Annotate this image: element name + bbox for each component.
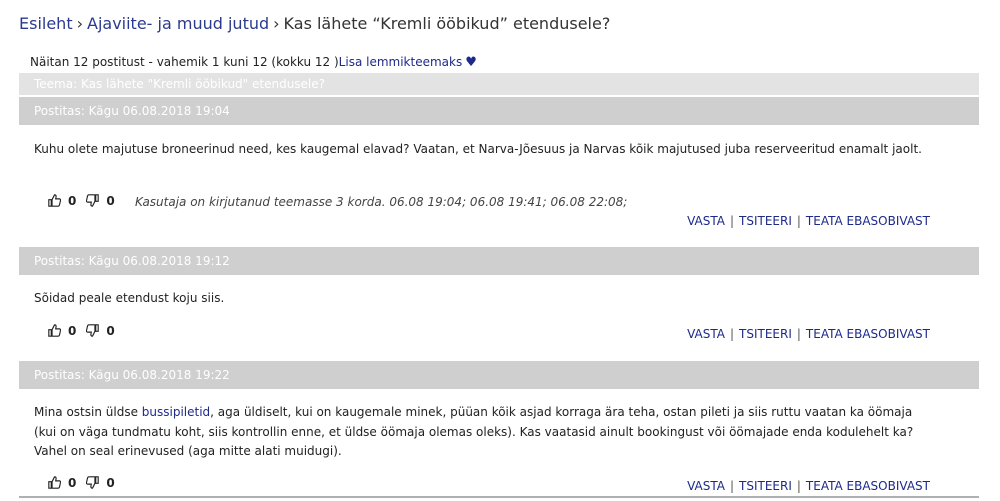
thumbs-down-icon[interactable] [86, 194, 100, 208]
report-link[interactable]: TEATA EBASOBIVAST [806, 214, 930, 228]
post-header: Postitas: Kägu 06.08.2018 19:04 [19, 97, 979, 125]
add-favorite-link[interactable]: Lisa lemmikteemaks [339, 55, 463, 69]
divider [19, 496, 979, 498]
posts-summary: Näitan 12 postitust - vahemik 1 kuni 12 … [30, 55, 477, 70]
post-header: Postitas: Kägu 06.08.2018 19:12 [19, 247, 979, 275]
topic-bar: Teema: Kas lähete "Kremli ööbikud" etend… [19, 73, 979, 95]
quote-link[interactable]: TSITEERI [739, 214, 792, 228]
thumbs-up-icon[interactable] [48, 476, 62, 490]
thumbs-down-icon[interactable] [86, 324, 100, 338]
post-body: Mina ostsin üldse bussipiletid, aga üldi… [34, 403, 934, 462]
post-actions: VASTA | TSITEERI | TEATA EBASOBIVAST [687, 214, 930, 228]
thumbs-up-icon[interactable] [48, 324, 62, 338]
page-title: Kas lähete “Kremli ööbikud” etendusele? [283, 14, 611, 33]
action-separator: | [796, 479, 801, 493]
like-count: 0 [68, 194, 77, 208]
breadcrumb-separator: › [273, 14, 280, 33]
bus-tickets-link[interactable]: bussipiletid [142, 405, 210, 419]
action-separator: | [796, 327, 801, 341]
action-separator: | [729, 327, 735, 341]
vote-bar: 00 [48, 324, 125, 338]
thumbs-up-icon[interactable] [48, 194, 62, 208]
post-actions: VASTA | TSITEERI | TEATA EBASOBIVAST [687, 327, 930, 341]
reply-link[interactable]: VASTA [687, 479, 725, 493]
post-header: Postitas: Kägu 06.08.2018 19:22 [19, 361, 979, 389]
post-actions: VASTA | TSITEERI | TEATA EBASOBIVAST [687, 479, 930, 493]
action-separator: | [729, 479, 735, 493]
report-link[interactable]: TEATA EBASOBIVAST [806, 479, 930, 493]
quote-link[interactable]: TSITEERI [739, 479, 792, 493]
post-body: Kuhu olete majutuse broneerinud need, ke… [34, 142, 922, 156]
author-post-note: Kasutaja on kirjutanud teemasse 3 korda.… [135, 195, 628, 209]
dislike-count: 0 [106, 324, 115, 338]
vote-bar: 00 [48, 194, 125, 208]
action-separator: | [796, 214, 801, 228]
heart-icon[interactable]: ♥ [465, 55, 477, 70]
posts-count-text: Näitan 12 postitust - vahemik 1 kuni 12 … [30, 55, 339, 69]
reply-link[interactable]: VASTA [687, 327, 725, 341]
report-link[interactable]: TEATA EBASOBIVAST [806, 327, 930, 341]
dislike-count: 0 [106, 476, 115, 490]
dislike-count: 0 [106, 194, 115, 208]
quote-link[interactable]: TSITEERI [739, 327, 792, 341]
breadcrumb-separator: › [76, 14, 83, 33]
like-count: 0 [68, 476, 77, 490]
post-text-start: Mina ostsin üldse [34, 405, 142, 419]
action-separator: | [729, 214, 735, 228]
breadcrumb-category-link[interactable]: Ajaviite- ja muud jutud [87, 14, 269, 33]
breadcrumb: Esileht › Ajaviite- ja muud jutud › Kas lähe… [19, 14, 610, 33]
vote-bar: 00 [48, 476, 125, 490]
breadcrumb-home-link[interactable]: Esileht [19, 14, 73, 33]
post-body: Sõidad peale etendust koju siis. [34, 291, 225, 305]
reply-link[interactable]: VASTA [687, 214, 725, 228]
like-count: 0 [68, 324, 77, 338]
thumbs-down-icon[interactable] [86, 476, 100, 490]
